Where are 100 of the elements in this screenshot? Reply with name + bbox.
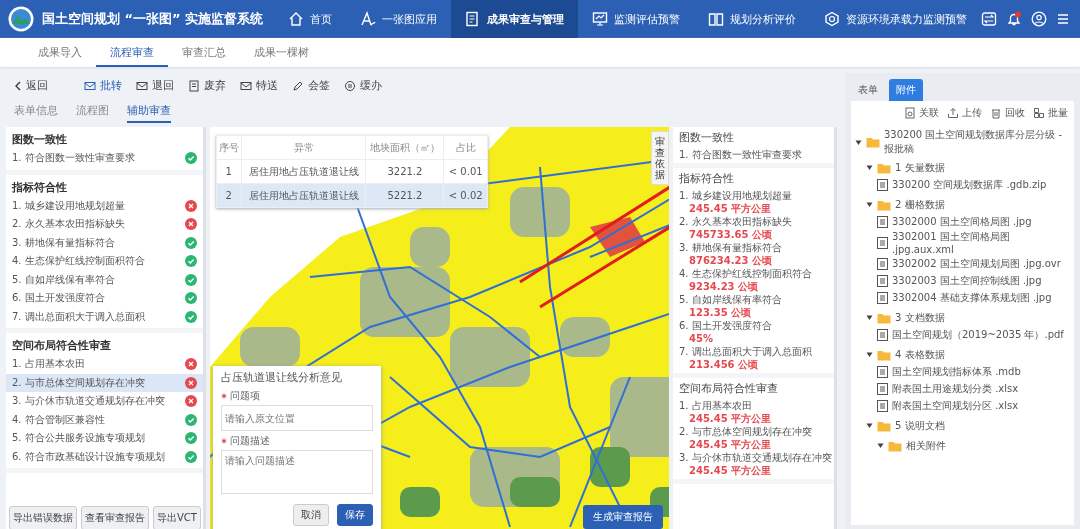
result-label: 3. 耕地保有量指标符合: [679, 241, 783, 254]
file-label[interactable]: 附表国土空间规划分区 .xlsx: [892, 398, 1019, 413]
column-header: 地块面积（㎡）: [365, 135, 444, 160]
sub-tab[interactable]: 流程审查: [96, 38, 168, 67]
toolbar-button[interactable]: 缓办: [344, 79, 382, 93]
file-label[interactable]: 国土空间规划（2019~2035 年）.pdf: [892, 327, 1064, 342]
folder-label[interactable]: 3 文档数据: [895, 310, 945, 325]
input-field[interactable]: 请输入问题描述: [221, 450, 373, 494]
result-label: 2. 与市总体空间规划存在冲突: [679, 425, 813, 438]
check-label: 4. 生态保护红线控制面积符合: [12, 254, 145, 269]
file-label[interactable]: 3302000 国土空间格局图 .jpg: [892, 214, 1032, 229]
report-button[interactable]: 生成审查报告: [583, 505, 663, 529]
side-tab[interactable]: 审查依据: [651, 131, 669, 185]
nav-tab[interactable]: 资源环境承载力监测预警: [810, 0, 981, 38]
sub-tab[interactable]: 审查汇总: [168, 38, 240, 67]
toolbar-button[interactable]: 废弃: [188, 79, 226, 93]
folder-icon: [877, 311, 891, 324]
caret-icon[interactable]: [866, 201, 873, 208]
action-button[interactable]: 导出错误数据: [9, 506, 77, 529]
check-item[interactable]: 6. 国土开发强度符合: [6, 289, 203, 308]
nav-tab[interactable]: 规划分析评价: [694, 0, 810, 38]
nav-tab[interactable]: 首页: [274, 0, 346, 38]
sub-tab[interactable]: 成果一棵树: [240, 38, 323, 67]
caret-icon[interactable]: [866, 164, 873, 171]
folder-label[interactable]: 330200 国土空间规划数据库分层分级 - 报批稿: [884, 128, 1070, 156]
check-label: 1. 占用基本农田: [12, 357, 85, 372]
document-icon: [465, 11, 481, 27]
table-row[interactable]: 2 居住用地占压轨道退让线 5221.2 < 0.02: [216, 183, 488, 208]
group-heading: 图数一致性: [11, 132, 68, 148]
file-label[interactable]: 3302001 国土空间格局图 .jpg.aux.xml: [892, 230, 1070, 255]
file-label[interactable]: 附表国土用途规划分类 .xlsx: [892, 381, 1019, 396]
user-icon[interactable]: [1031, 11, 1047, 27]
result-label: 6. 国土开发强度符合: [679, 319, 773, 332]
action-button[interactable]: 导出VCT: [153, 506, 201, 529]
panel-tab[interactable]: 附件: [889, 79, 923, 101]
check-item[interactable]: 3. 与介休市轨道交通规划存在冲突: [6, 392, 203, 411]
toolbar-button[interactable]: 关联: [904, 106, 939, 120]
folder-label[interactable]: 4 表格数据: [895, 347, 945, 362]
file-label[interactable]: 3302003 国土空间控制线图 .jpg: [892, 273, 1042, 288]
cancel-button[interactable]: 取消: [293, 504, 329, 526]
table-cell: 1: [216, 159, 242, 184]
group-heading: 指标符合性: [11, 179, 68, 196]
mail-icon: [240, 80, 252, 92]
check-item[interactable]: 1. 符合图数一致性审查要求: [6, 149, 203, 168]
monitor-icon: [592, 11, 608, 27]
caret-icon[interactable]: [866, 314, 873, 321]
nav-tab[interactable]: 成果审查与管理: [451, 0, 578, 38]
folder-label[interactable]: 2 栅格数据: [895, 197, 945, 212]
check-item[interactable]: 1. 城乡建设用地规划超量: [6, 196, 203, 215]
check-item[interactable]: 4. 生态保护红线控制面积符合: [6, 252, 203, 271]
save-button[interactable]: 保存: [337, 504, 373, 526]
file-label[interactable]: 3302004 基础支撑体系规划图 .jpg: [892, 290, 1052, 305]
bell-icon[interactable]: [1006, 11, 1022, 27]
toolbar-button[interactable]: 会签: [292, 79, 330, 93]
check-item[interactable]: 5. 符合公共服务设施专项规划: [6, 429, 203, 448]
file-label[interactable]: 国土空间规划指标体系 .mdb: [892, 364, 1021, 379]
folder-label[interactable]: 相关附件: [906, 438, 946, 453]
sub-tab[interactable]: 成果导入: [24, 38, 96, 67]
check-item[interactable]: 2. 与市总体空间规划存在冲突: [6, 373, 203, 392]
upload-icon: [947, 107, 959, 119]
menu-icon[interactable]: [1056, 12, 1070, 26]
caret-icon[interactable]: [877, 442, 884, 449]
check-label: 7. 调出总面积大于调入总面积: [12, 309, 145, 324]
caret-icon[interactable]: [866, 422, 873, 429]
caret-icon[interactable]: [866, 351, 873, 358]
check-label: 5. 符合公共服务设施专项规划: [12, 431, 145, 446]
file-icon: [877, 291, 888, 304]
table-cell: 2: [216, 183, 242, 208]
folder-icon: [877, 198, 891, 211]
action-button[interactable]: 查看审查报告: [81, 506, 149, 529]
nav-tab[interactable]: 监测评估预警: [578, 0, 694, 38]
check-item[interactable]: 7. 调出总面积大于调入总面积: [6, 307, 203, 326]
toolbar-button[interactable]: 退回: [136, 79, 174, 93]
toolbar-button[interactable]: 特送: [240, 79, 278, 93]
mail-icon: [84, 80, 96, 92]
folder-icon: [877, 161, 891, 174]
view-tab[interactable]: 辅助审查: [127, 104, 171, 123]
toolbar-button[interactable]: 批转: [84, 79, 122, 93]
nav-tab[interactable]: 一张图应用: [346, 0, 451, 38]
toolbar-button[interactable]: 上传: [947, 106, 982, 120]
check-item[interactable]: 4. 符合管制区兼容性: [6, 410, 203, 429]
input-field[interactable]: 请输入原文位置: [221, 405, 373, 431]
back-link[interactable]: 返回: [14, 79, 48, 93]
toolbar-button[interactable]: 批量: [1033, 106, 1068, 120]
folder-label[interactable]: 1 矢量数据: [895, 160, 945, 175]
caret-icon[interactable]: [855, 138, 862, 146]
grid-icon: [1033, 107, 1045, 119]
file-label[interactable]: 330200 空间规划数据库 .gdb.zip: [892, 177, 1047, 192]
switch-icon[interactable]: [981, 11, 997, 27]
toolbar-button[interactable]: 回收: [990, 106, 1025, 120]
check-label: 3. 耕地保有量指标符合: [12, 235, 115, 250]
table-row[interactable]: 1 居住用地占压轨道退让线 3221.2 < 0.01: [216, 159, 488, 184]
check-item[interactable]: 1. 占用基本农田: [6, 355, 203, 374]
file-label[interactable]: 3302002 国土空间规划局图 .jpg.ovr: [892, 256, 1061, 271]
check-item[interactable]: 2. 永久基本农田指标缺失: [6, 215, 203, 234]
panel-tab[interactable]: 表单: [851, 79, 885, 101]
check-item[interactable]: 3. 耕地保有量指标符合: [6, 233, 203, 252]
check-item[interactable]: 5. 自如岸线保有率符合: [6, 270, 203, 289]
check-item[interactable]: 6. 符合市政基础设计设施专项规划: [6, 447, 203, 466]
folder-label[interactable]: 5 说明文档: [895, 418, 945, 433]
